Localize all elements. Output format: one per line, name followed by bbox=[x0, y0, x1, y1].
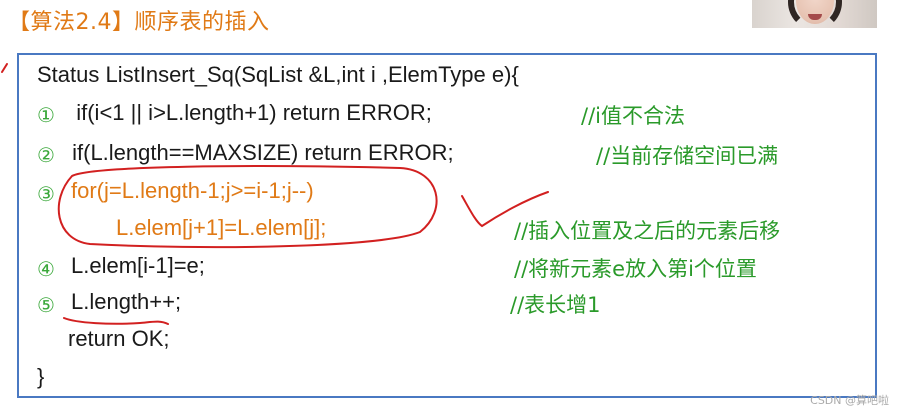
step-number-2: ② bbox=[37, 143, 55, 167]
watermark: CSDN @算吧啦 bbox=[810, 394, 889, 407]
comment-1: //i值不合法 bbox=[581, 104, 685, 128]
code-line-5: L.elem[i-1]=e; bbox=[71, 253, 205, 278]
step-number-4: ④ bbox=[37, 257, 55, 281]
comment-6: //表长增1 bbox=[510, 293, 601, 317]
comment-5: //将新元素e放入第i个位置 bbox=[514, 257, 757, 281]
slide-title: 【算法2.4】顺序表的插入 bbox=[8, 10, 270, 35]
code-line-signature: Status ListInsert_Sq(SqList &L,int i ,El… bbox=[37, 62, 519, 87]
code-line-closing-brace: } bbox=[37, 364, 45, 389]
comment-2: //当前存储空间已满 bbox=[596, 144, 779, 168]
code-line-4: L.elem[j+1]=L.elem[j]; bbox=[116, 215, 327, 240]
step-number-5: ⑤ bbox=[37, 293, 55, 317]
presenter-webcam bbox=[752, 0, 877, 28]
comment-4: //插入位置及之后的元素后移 bbox=[514, 219, 781, 243]
step-number-3: ③ bbox=[37, 182, 55, 206]
code-line-2: if(L.length==MAXSIZE) return ERROR; bbox=[66, 140, 454, 165]
code-line-3: for(j=L.length-1;j>=i-1;j--) bbox=[71, 178, 314, 203]
edge-tick-mark bbox=[1, 63, 8, 73]
code-line-1: if(i<1 || i>L.length+1) return ERROR; bbox=[64, 100, 432, 125]
step-number-1: ① bbox=[37, 103, 55, 127]
code-line-6: L.length++; bbox=[71, 289, 182, 314]
code-line-return: return OK; bbox=[68, 326, 170, 351]
